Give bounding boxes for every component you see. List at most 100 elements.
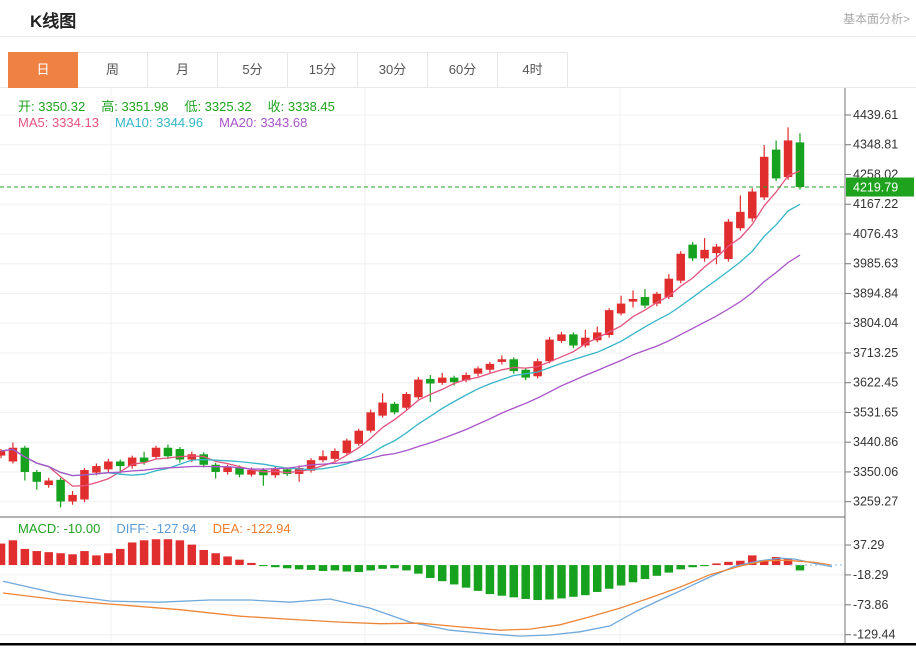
legend-item-ma10: MA10: 3344.96	[115, 115, 203, 130]
macd-histogram-bar	[104, 553, 113, 565]
tab-day[interactable]: 日	[8, 52, 78, 88]
candle-body	[211, 465, 220, 472]
candle-body	[772, 150, 781, 179]
candle-body	[355, 431, 364, 444]
tab-30min[interactable]: 30分	[358, 52, 428, 88]
macd-histogram-bar	[319, 565, 328, 571]
price-axis-label: 3804.04	[853, 316, 898, 330]
macd-histogram-bar	[617, 565, 626, 585]
macd-histogram-bar	[283, 565, 292, 568]
price-axis-label: 3350.06	[853, 465, 898, 479]
tab-4hour[interactable]: 4时	[498, 52, 568, 88]
tab-5min[interactable]: 5分	[218, 52, 288, 88]
candle-body	[319, 456, 328, 460]
legend-item-open: 开: 3350.32	[18, 99, 85, 114]
current-price-tag-label: 4219.79	[853, 181, 898, 195]
candle-body	[116, 461, 125, 466]
macd-histogram-bar	[569, 565, 578, 597]
ma-legend: MA5: 3334.13MA10: 3344.96MA20: 3343.68	[18, 115, 323, 130]
legend-item-high: 高: 3351.98	[101, 99, 168, 114]
legend-item-ma5: MA5: 3334.13	[18, 115, 99, 130]
candle-body	[378, 403, 387, 416]
candle-body	[104, 461, 113, 469]
candle-body	[700, 250, 709, 259]
candle-body	[629, 299, 638, 302]
macd-histogram-bar	[724, 562, 733, 565]
macd-histogram-bar	[140, 540, 149, 565]
macd-histogram-bar	[366, 565, 375, 570]
candle-body	[498, 359, 507, 362]
candle-body	[366, 412, 375, 430]
macd-axis-label: -73.86	[853, 598, 888, 612]
candle-body	[724, 222, 733, 259]
macd-histogram-bar	[33, 551, 42, 565]
candle-body	[0, 451, 5, 456]
price-axis-label: 3259.27	[853, 495, 898, 509]
macd-histogram-bar	[235, 560, 244, 565]
candle-body	[44, 480, 53, 485]
legend-item-low: 低: 3325.32	[184, 99, 251, 114]
price-axis-label: 3531.65	[853, 405, 898, 419]
macd-histogram-bar	[271, 565, 280, 567]
period-tabbar: 日周月5分15分30分60分4时	[8, 52, 568, 88]
price-axis-label: 3894.84	[853, 286, 898, 300]
macd-histogram-bar	[176, 540, 185, 565]
candle-body	[569, 334, 578, 345]
macd-histogram-bar	[700, 565, 709, 566]
macd-histogram-bar	[355, 565, 364, 572]
macd-histogram-bar	[21, 549, 30, 565]
tab-15min[interactable]: 15分	[288, 52, 358, 88]
macd-histogram-bar	[211, 553, 220, 565]
header-divider	[0, 36, 916, 37]
macd-histogram-bar	[343, 565, 352, 571]
ma5-line	[1, 171, 800, 486]
macd-histogram-bar	[331, 565, 340, 570]
candle-body	[33, 472, 42, 482]
candle-body	[56, 480, 65, 502]
candle-body	[331, 451, 340, 459]
macd-histogram-bar	[593, 565, 602, 592]
macd-histogram-bar	[426, 565, 435, 578]
tab-month[interactable]: 月	[148, 52, 218, 88]
price-axis-label: 4076.43	[853, 227, 898, 241]
macd-histogram-bar	[164, 539, 173, 565]
macd-axis-label: -18.29	[853, 568, 888, 582]
candle-body	[152, 448, 161, 457]
tab-week[interactable]: 周	[78, 52, 148, 88]
macd-histogram-bar	[498, 565, 507, 596]
macd-histogram-bar	[665, 565, 674, 573]
macd-histogram-bar	[92, 555, 101, 565]
candle-body	[343, 441, 352, 453]
fundamental-analysis-link[interactable]: 基本面分析>	[843, 10, 910, 27]
candle-body	[21, 448, 30, 472]
candle-body	[760, 157, 769, 198]
legend-item-macd: MACD: -10.00	[18, 521, 100, 536]
macd-histogram-bar	[56, 553, 65, 565]
price-axis-label: 4439.61	[853, 108, 898, 122]
candle-body	[188, 454, 197, 459]
candle-body	[712, 247, 721, 254]
ma10-line	[1, 204, 800, 475]
macd-histogram-bar	[712, 563, 721, 565]
price-axis-label: 4167.22	[853, 197, 898, 211]
kline-chart[interactable]: 4439.614348.814258.024167.224076.433985.…	[0, 88, 916, 648]
macd-histogram-bar	[450, 565, 459, 584]
macd-histogram-bar	[188, 545, 197, 565]
candle-body	[92, 466, 101, 473]
macd-histogram-bar	[533, 565, 542, 600]
macd-histogram-bar	[390, 565, 399, 568]
macd-histogram-bar	[521, 565, 530, 599]
macd-histogram-bar	[44, 552, 53, 565]
candle-body	[545, 340, 554, 362]
tab-60min[interactable]: 60分	[428, 52, 498, 88]
macd-histogram-bar	[247, 563, 256, 565]
macd-histogram-bar	[545, 565, 554, 599]
candle-body	[617, 304, 626, 314]
macd-histogram-bar	[474, 565, 483, 591]
candle-body	[533, 361, 542, 376]
kline-widget: K线图 基本面分析> 日周月5分15分30分60分4时 4439.614348.…	[0, 0, 916, 648]
candle-body	[641, 297, 650, 306]
candle-body	[271, 469, 280, 475]
candle-body	[676, 254, 685, 281]
candle-body	[736, 212, 745, 228]
